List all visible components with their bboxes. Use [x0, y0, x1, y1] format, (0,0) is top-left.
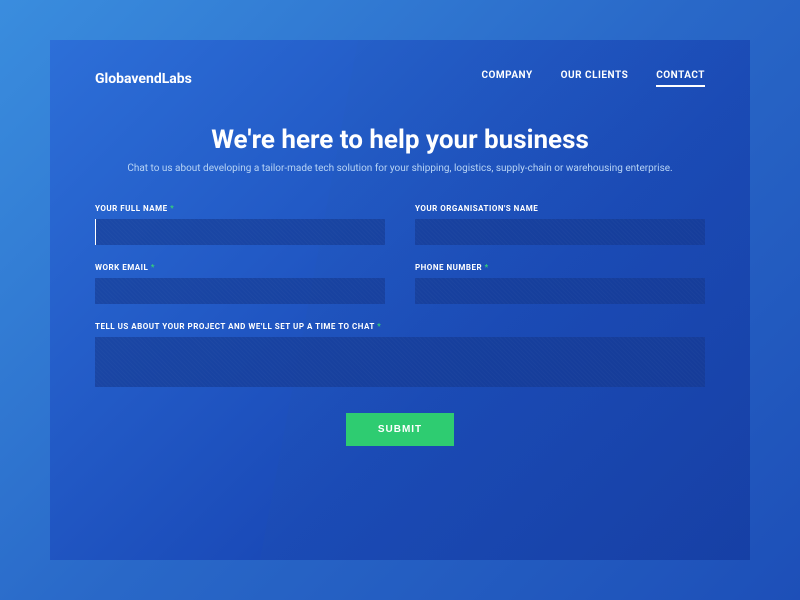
field-phone: PHONE NUMBER *: [415, 263, 705, 304]
form-row-1: YOUR FULL NAME * YOUR ORGANISATION'S NAM…: [95, 204, 705, 245]
label-full-name: YOUR FULL NAME *: [95, 204, 385, 213]
page-container: GlobavendLabs COMPANY OUR CLIENTS CONTAC…: [50, 40, 750, 560]
page-subtitle: Chat to us about developing a tailor-mad…: [95, 163, 705, 174]
main-nav: COMPANY OUR CLIENTS CONTACT: [481, 70, 705, 87]
field-org-name: YOUR ORGANISATION'S NAME: [415, 204, 705, 245]
field-full-name: YOUR FULL NAME *: [95, 204, 385, 245]
input-phone[interactable]: [415, 278, 705, 304]
field-email: WORK EMAIL *: [95, 263, 385, 304]
input-project[interactable]: [95, 337, 705, 387]
page-title: We're here to help your business: [95, 125, 705, 155]
submit-wrap: SUBMIT: [95, 413, 705, 446]
contact-form: YOUR FULL NAME * YOUR ORGANISATION'S NAM…: [95, 204, 705, 446]
input-org-name[interactable]: [415, 219, 705, 245]
nav-company[interactable]: COMPANY: [481, 70, 532, 87]
brand-logo: GlobavendLabs: [95, 71, 192, 87]
label-email: WORK EMAIL *: [95, 263, 385, 272]
input-email[interactable]: [95, 278, 385, 304]
form-row-2: WORK EMAIL * PHONE NUMBER *: [95, 263, 705, 304]
hero: We're here to help your business Chat to…: [95, 125, 705, 174]
nav-our-clients[interactable]: OUR CLIENTS: [561, 70, 629, 87]
header: GlobavendLabs COMPANY OUR CLIENTS CONTAC…: [95, 70, 705, 87]
input-full-name[interactable]: [95, 219, 385, 245]
label-org-name: YOUR ORGANISATION'S NAME: [415, 204, 705, 213]
nav-contact[interactable]: CONTACT: [656, 70, 705, 87]
label-project: TELL US ABOUT YOUR PROJECT AND WE'LL SET…: [95, 322, 705, 331]
field-project: TELL US ABOUT YOUR PROJECT AND WE'LL SET…: [95, 322, 705, 391]
submit-button[interactable]: SUBMIT: [346, 413, 454, 446]
label-phone: PHONE NUMBER *: [415, 263, 705, 272]
